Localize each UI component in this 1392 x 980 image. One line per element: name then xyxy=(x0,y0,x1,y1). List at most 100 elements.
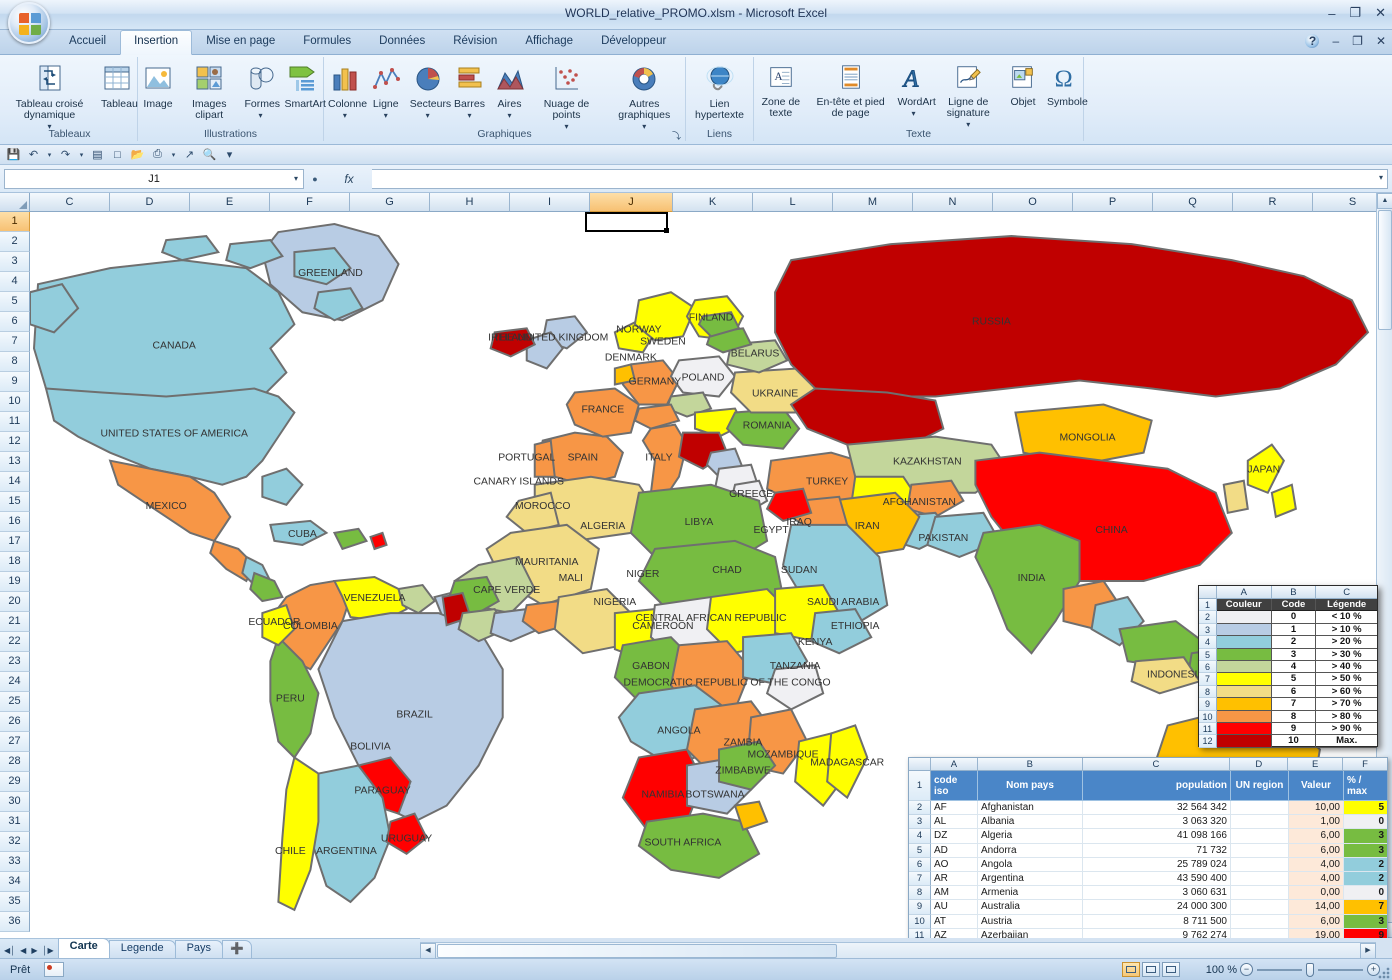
table-row[interactable]: 8 AM Armenia 3 060 631 0,00 0 xyxy=(909,886,1387,901)
row-header-3[interactable]: 3 xyxy=(0,252,30,272)
legend-row-number[interactable]: 7 xyxy=(1199,673,1217,686)
form-icon[interactable]: ▤ xyxy=(89,147,106,163)
row-header-33[interactable]: 33 xyxy=(0,852,30,872)
new-icon[interactable]: □ xyxy=(109,147,126,163)
ribbon-button-ligne-de-signature[interactable]: Ligne de signature ▾ xyxy=(933,59,1003,132)
legend-row[interactable]: 12 10 Max. xyxy=(1199,735,1377,748)
resize-grip-icon[interactable] xyxy=(1378,967,1390,979)
column-header-G[interactable]: G xyxy=(350,193,430,212)
page-break-view-button[interactable] xyxy=(1162,962,1180,977)
legend-row-number[interactable]: 12 xyxy=(1199,735,1217,748)
legend-row-number[interactable]: 6 xyxy=(1199,660,1217,674)
ribbon-button-tableau-crois-dynamique[interactable]: Tableau croisé dynamique ▾ xyxy=(2,59,97,134)
column-header-N[interactable]: N xyxy=(913,193,993,212)
data-row-number[interactable]: 6 xyxy=(909,857,931,872)
print-icon[interactable]: ⎙ xyxy=(149,147,166,163)
row-header-32[interactable]: 32 xyxy=(0,832,30,852)
data-row-number[interactable]: 9 xyxy=(909,900,931,915)
column-header-J[interactable]: J xyxy=(590,193,673,212)
insert-worksheet-icon[interactable]: ➕ xyxy=(222,940,252,958)
ribbon-button-symbole[interactable]: Ω Symbole xyxy=(1043,59,1088,110)
data-row-number[interactable]: 3 xyxy=(909,815,931,830)
row-header-26[interactable]: 26 xyxy=(0,712,30,732)
macro-record-icon[interactable] xyxy=(44,962,65,977)
print-dropdown-icon[interactable]: ▾ xyxy=(169,147,178,163)
row-header-8[interactable]: 8 xyxy=(0,352,30,372)
name-box-dropdown-icon[interactable]: ▾ xyxy=(294,174,298,183)
row-header-1[interactable]: 1 xyxy=(0,212,30,232)
table-row[interactable]: 9 AU Australia 24 000 300 14,00 7 xyxy=(909,900,1387,915)
row-header-11[interactable]: 11 xyxy=(0,412,30,432)
legend-row-number[interactable]: 3 xyxy=(1199,623,1217,637)
column-header-K[interactable]: K xyxy=(673,193,753,212)
country-data-table-object[interactable]: A B C D E F 1 code iso Nom pays populati… xyxy=(908,757,1388,938)
row-header-20[interactable]: 20 xyxy=(0,592,30,612)
legend-col-B[interactable]: B xyxy=(1272,586,1317,598)
column-header-E[interactable]: E xyxy=(190,193,270,212)
row-header-31[interactable]: 31 xyxy=(0,812,30,832)
column-headers[interactable]: CDEFGHIJKLMNOPQRS xyxy=(30,193,1392,212)
table-row[interactable]: 3 AL Albania 3 063 320 1,00 0 xyxy=(909,815,1387,830)
office-button[interactable] xyxy=(8,2,50,44)
ribbon-button-aires[interactable]: Aires ▾ xyxy=(490,59,530,123)
ribbon-button-ligne[interactable]: Ligne ▾ xyxy=(366,59,406,123)
ribbon-tab-r-vision[interactable]: Révision xyxy=(439,30,511,55)
ribbon-tab-d-veloppeur[interactable]: Développeur xyxy=(587,30,680,55)
sheet-tab-legende[interactable]: Legende xyxy=(108,940,176,958)
ribbon-button-en-t-te-et-pied-de-page[interactable]: En-tête et pied de page xyxy=(808,59,894,121)
column-header-I[interactable]: I xyxy=(510,193,590,212)
zoom-track-right[interactable] xyxy=(1318,968,1363,971)
column-header-L[interactable]: L xyxy=(753,193,833,212)
chevron-down-icon[interactable]: ▾ xyxy=(343,111,347,120)
table-row[interactable]: 10 AT Austria 8 711 500 6,00 3 xyxy=(909,914,1387,929)
chevron-down-icon[interactable]: ▾ xyxy=(426,111,430,120)
help-icon[interactable]: ? xyxy=(1305,34,1320,48)
row-header-7[interactable]: 7 xyxy=(0,332,30,352)
data-select-all-corner[interactable] xyxy=(909,758,931,770)
legend-row[interactable]: 8 6 > 60 % xyxy=(1199,685,1377,699)
table-row[interactable]: 2 AF Afghanistan 32 564 342 10,00 5 xyxy=(909,801,1387,816)
zoom-knob[interactable] xyxy=(1306,962,1314,977)
ribbon-button-colonne[interactable]: Colonne ▾ xyxy=(324,59,367,123)
row-header-16[interactable]: 16 xyxy=(0,512,30,532)
ribbon-button-tableau[interactable]: Tableau xyxy=(97,59,138,112)
row-header-28[interactable]: 28 xyxy=(0,752,30,772)
row-header-9[interactable]: 9 xyxy=(0,372,30,392)
zoom-level[interactable]: 100 % xyxy=(1206,964,1237,976)
legend-select-all-corner[interactable] xyxy=(1199,586,1217,598)
legend-row[interactable]: 7 5 > 50 % xyxy=(1199,673,1377,686)
row-header-25[interactable]: 25 xyxy=(0,692,30,712)
prev-sheet-button[interactable]: ◀ xyxy=(20,946,26,955)
data-col-F[interactable]: F xyxy=(1343,758,1387,770)
chart-tools-icon[interactable]: ↗ xyxy=(181,147,198,163)
row-header-36[interactable]: 36 xyxy=(0,912,30,932)
ribbon-button-image[interactable]: Image xyxy=(138,59,178,112)
horizontal-scroll-thumb[interactable] xyxy=(437,944,837,958)
column-header-P[interactable]: P xyxy=(1073,193,1153,212)
legend-row-number[interactable]: 4 xyxy=(1199,636,1217,649)
ribbon-button-lien-hypertexte[interactable]: Lien hypertexte xyxy=(686,59,753,123)
minimize-workbook-button[interactable]: – xyxy=(1332,34,1339,48)
redo-dropdown-icon[interactable]: ▾ xyxy=(77,147,86,163)
column-header-R[interactable]: R xyxy=(1233,193,1313,212)
legend-column-headers[interactable]: A B C xyxy=(1199,586,1377,599)
row-headers[interactable]: 1 2 3 4 5 6 7 8 9 10 11 12 13 14 15 16 17 18 19 20 21 22 23 24 2… xyxy=(0,212,30,932)
column-header-F[interactable]: F xyxy=(270,193,350,212)
row-header-2[interactable]: 2 xyxy=(0,232,30,252)
save-icon[interactable]: 💾 xyxy=(5,147,22,163)
zoom-track[interactable] xyxy=(1257,968,1302,971)
table-row[interactable]: 6 AO Angola 25 789 024 4,00 2 xyxy=(909,857,1387,872)
ribbon-tab-insertion[interactable]: Insertion xyxy=(120,30,193,55)
data-row-number[interactable]: 2 xyxy=(909,801,931,816)
row-header-18[interactable]: 18 xyxy=(0,552,30,572)
horizontal-scrollbar[interactable]: ◀ ▶ xyxy=(420,942,1376,959)
legend-row[interactable]: 6 4 > 40 % xyxy=(1199,660,1377,674)
maximize-button[interactable]: ❐ xyxy=(1349,5,1361,21)
next-sheet-button[interactable]: ▶ xyxy=(31,946,37,955)
column-header-D[interactable]: D xyxy=(110,193,190,212)
legend-row-number[interactable]: 8 xyxy=(1199,685,1217,699)
row-header-19[interactable]: 19 xyxy=(0,572,30,592)
ribbon-button-smartart[interactable]: SmartArt xyxy=(280,59,326,112)
legend-row[interactable]: 10 8 > 80 % xyxy=(1199,710,1377,723)
legend-col-A[interactable]: A xyxy=(1217,586,1272,598)
